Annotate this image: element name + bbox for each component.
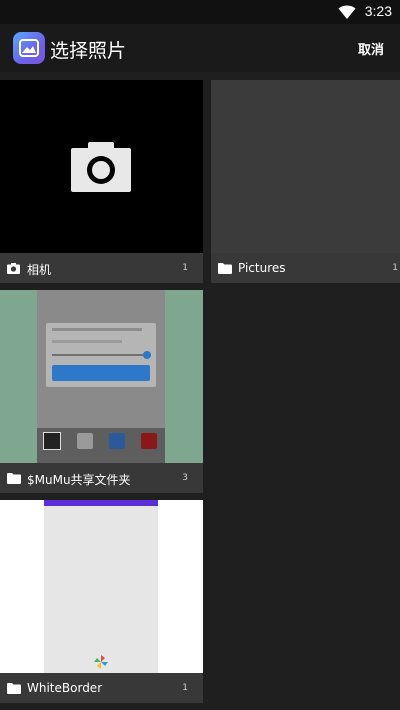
album-thumbnail <box>0 500 203 673</box>
camera-icon <box>7 263 20 274</box>
wifi-icon <box>338 5 356 19</box>
thumbnail-dock <box>37 428 165 463</box>
folder-icon <box>218 263 232 274</box>
thumbnail-dialog <box>46 323 156 387</box>
album-name: WhiteBorder <box>27 681 103 695</box>
page-title: 选择照片 <box>50 40 127 62</box>
album-caption: WhiteBorder 1 <box>0 673 203 703</box>
album-thumbnail <box>0 290 203 463</box>
album-thumbnail <box>211 80 400 253</box>
gallery-app-icon <box>13 32 45 64</box>
album-name: 相机 <box>27 263 52 277</box>
pinwheel-icon <box>94 655 108 669</box>
album-grid: 相机 1 Pictures 1 $MuMu共享文件夹 3 WhiteBorder… <box>0 72 400 710</box>
folder-icon <box>7 473 21 484</box>
album-count: 1 <box>182 263 188 273</box>
status-time: 3:23 <box>364 3 392 19</box>
album-count: 1 <box>392 263 398 273</box>
album-thumbnail <box>0 80 203 253</box>
album-caption: Pictures 1 <box>211 253 400 283</box>
album-count: 1 <box>182 683 188 693</box>
album-count: 3 <box>182 473 188 483</box>
album-name: $MuMu共享文件夹 <box>27 473 131 487</box>
thumbnail-header-bar <box>44 500 158 506</box>
app-bar: 选择照片 取消 <box>0 24 400 72</box>
thumbnail-phone-screen <box>44 500 158 673</box>
album-tile-whiteborder[interactable]: WhiteBorder 1 <box>0 500 203 703</box>
status-bar: 3:23 <box>0 0 400 24</box>
album-caption: 相机 1 <box>0 253 203 283</box>
cancel-button[interactable]: 取消 <box>358 39 384 58</box>
folder-icon <box>7 683 21 694</box>
album-tile-camera[interactable]: 相机 1 <box>0 80 203 283</box>
album-tile-mumu[interactable]: $MuMu共享文件夹 3 <box>0 290 203 493</box>
album-tile-pictures[interactable]: Pictures 1 <box>211 80 400 283</box>
album-caption: $MuMu共享文件夹 3 <box>0 463 203 493</box>
album-name: Pictures <box>238 261 286 275</box>
camera-icon <box>71 142 131 192</box>
